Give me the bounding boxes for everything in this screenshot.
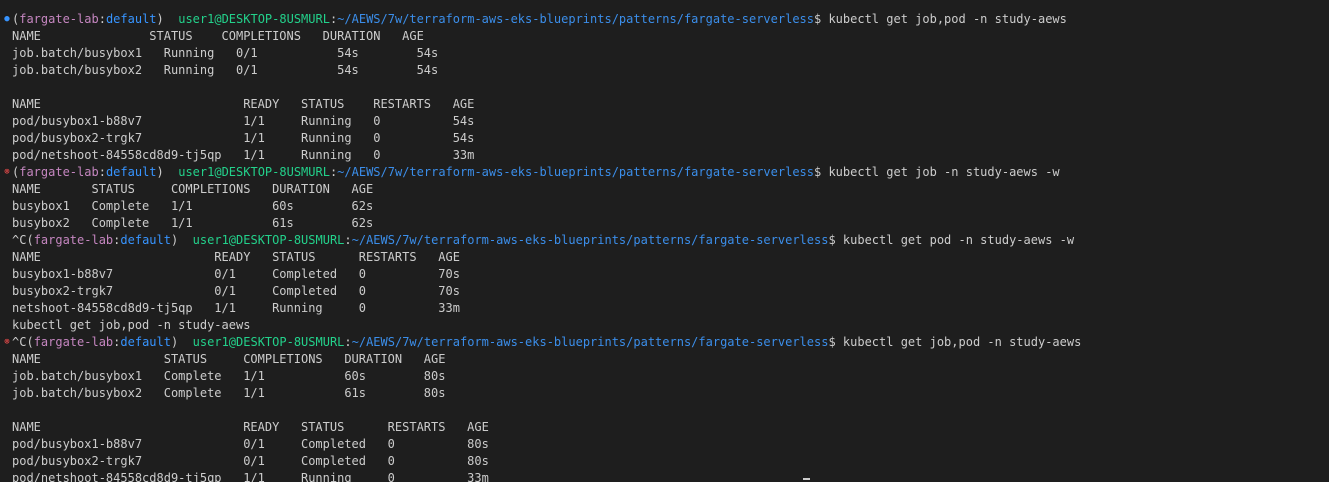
- terminal-line: pod/busybox2-trgk7 0/1 Completed 0 80s: [0, 453, 1329, 470]
- output-text: NAME READY STATUS RESTARTS AGE: [12, 250, 460, 264]
- output-text: :: [98, 12, 106, 26]
- terminal-line: NAME READY STATUS RESTARTS AGE: [0, 419, 1329, 436]
- kube-namespace: default: [120, 335, 171, 349]
- kube-context: fargate-lab: [33, 233, 114, 247]
- output-text: busybox2 Complete 1/1 61s 62s: [12, 216, 374, 230]
- prompt-user-host: user1@DESKTOP-8USMURL: [192, 233, 345, 247]
- command-error-marker-icon[interactable]: ⊗: [2, 334, 12, 351]
- output-text: :: [344, 335, 352, 349]
- prompt-path: ~/AEWS/7w/terraform-aws-eks-blueprints/p…: [351, 233, 829, 247]
- kube-context: fargate-lab: [19, 12, 99, 26]
- prompt-path: ~/AEWS/7w/terraform-aws-eks-blueprints/p…: [337, 12, 814, 26]
- terminal-line: busybox2-trgk7 0/1 Completed 0 70s: [0, 283, 1329, 300]
- output-text: ^C(: [12, 233, 34, 247]
- output-text: pod/busybox2-trgk7 0/1 Completed 0 80s: [12, 454, 489, 468]
- output-text: pod/busybox1-b88v7 0/1 Completed 0 80s: [12, 437, 489, 451]
- output-text: job.batch/busybox2 Complete 1/1 61s 80s: [12, 386, 446, 400]
- output-text: netshoot-84558cd8d9-tj5qp 1/1 Running 0 …: [12, 301, 460, 315]
- prompt-user-host: user1@DESKTOP-8USMURL: [178, 12, 330, 26]
- terminal-line: busybox1-b88v7 0/1 Completed 0 70s: [0, 266, 1329, 283]
- output-text: pod/netshoot-84558cd8d9-tj5qp 1/1 Runnin…: [12, 471, 489, 482]
- terminal-line: NAME READY STATUS RESTARTS AGE: [0, 96, 1329, 113]
- terminal-line: NAME STATUS COMPLETIONS DURATION AGE: [0, 28, 1329, 45]
- kube-context: fargate-lab: [19, 165, 99, 179]
- output-text: busybox2-trgk7 0/1 Completed 0 70s: [12, 284, 460, 298]
- kube-context: fargate-lab: [33, 335, 114, 349]
- terminal-line: NAME READY STATUS RESTARTS AGE: [0, 249, 1329, 266]
- terminal-line: ● (fargate-lab:default) user1@DESKTOP-8US…: [0, 11, 1329, 28]
- output-text: pod/netshoot-84558cd8d9-tj5qp 1/1 Runnin…: [12, 148, 475, 162]
- output-text: busybox1 Complete 1/1 60s 62s: [12, 199, 374, 213]
- terminal-line: pod/netshoot-84558cd8d9-tj5qp 1/1 Runnin…: [0, 147, 1329, 164]
- output-text: ): [170, 233, 193, 247]
- terminal-line: job.batch/busybox2 Complete 1/1 61s 80s: [0, 385, 1329, 402]
- command-success-marker-icon[interactable]: ●: [2, 11, 12, 28]
- terminal-line: job.batch/busybox1 Running 0/1 54s 54s: [0, 45, 1329, 62]
- output-text: job.batch/busybox1 Running 0/1 54s 54s: [12, 46, 439, 60]
- kube-namespace: default: [105, 165, 157, 179]
- prompt-user-host: user1@DESKTOP-8USMURL: [178, 165, 330, 179]
- terminal-line: job.batch/busybox1 Complete 1/1 60s 80s: [0, 368, 1329, 385]
- output-text: NAME STATUS COMPLETIONS DURATION AGE: [12, 352, 446, 366]
- output-text: $ kubectl get pod -n study-aews -w: [828, 233, 1075, 247]
- terminal-line: kubectl get job,pod -n study-aews: [0, 317, 1329, 334]
- prompt-path: ~/AEWS/7w/terraform-aws-eks-blueprints/p…: [337, 165, 814, 179]
- output-text: NAME READY STATUS RESTARTS AGE: [12, 420, 489, 434]
- output-text: :: [344, 233, 352, 247]
- terminal-line: pod/netshoot-84558cd8d9-tj5qp 1/1 Runnin…: [0, 470, 1329, 482]
- output-text: busybox1-b88v7 0/1 Completed 0 70s: [12, 267, 460, 281]
- terminal-line: NAME STATUS COMPLETIONS DURATION AGE: [0, 351, 1329, 368]
- terminal-line: pod/busybox1-b88v7 1/1 Running 0 54s: [0, 113, 1329, 130]
- terminal-line: [0, 0, 1329, 11]
- terminal-line: NAME STATUS COMPLETIONS DURATION AGE: [0, 181, 1329, 198]
- output-text: pod/busybox2-trgk7 1/1 Running 0 54s: [12, 131, 475, 145]
- output-text: kubectl get job,pod -n study-aews: [12, 318, 251, 332]
- terminal-line: netshoot-84558cd8d9-tj5qp 1/1 Running 0 …: [0, 300, 1329, 317]
- terminal-line: job.batch/busybox2 Running 0/1 54s 54s: [0, 62, 1329, 79]
- terminal-panel[interactable]: ● (fargate-lab:default) user1@DESKTOP-8US…: [0, 0, 1329, 482]
- output-text: NAME READY STATUS RESTARTS AGE: [12, 97, 475, 111]
- terminal-line: ^C(fargate-lab: default) user1@DESKTOP-8U…: [0, 232, 1329, 249]
- output-text: $ kubectl get job -n study-aews -w: [814, 165, 1060, 179]
- output-text: ): [156, 12, 179, 26]
- terminal-line: busybox1 Complete 1/1 60s 62s: [0, 198, 1329, 215]
- terminal-output: ● (fargate-lab:default) user1@DESKTOP-8US…: [0, 0, 1329, 482]
- kube-namespace: default: [120, 233, 171, 247]
- terminal-line: pod/busybox1-b88v7 0/1 Completed 0 80s: [0, 436, 1329, 453]
- terminal-line: ⊗ (fargate-lab:default) user1@DESKTOP-8US…: [0, 164, 1329, 181]
- prompt-user-host: user1@DESKTOP-8USMURL: [192, 335, 345, 349]
- output-text: job.batch/busybox2 Running 0/1 54s 54s: [12, 63, 439, 77]
- output-text: $ kubectl get job,pod -n study-aews: [814, 12, 1067, 26]
- command-error-marker-icon[interactable]: ⊗: [2, 164, 12, 181]
- output-text: :: [98, 165, 106, 179]
- output-text: job.batch/busybox1 Complete 1/1 60s 80s: [12, 369, 446, 383]
- terminal-line: ⊗ ^C(fargate-lab: default) user1@DESKTOP-8…: [0, 334, 1329, 351]
- prompt-path: ~/AEWS/7w/terraform-aws-eks-blueprints/p…: [351, 335, 829, 349]
- terminal-cursor: [803, 478, 810, 480]
- terminal-line: pod/busybox2-trgk7 1/1 Running 0 54s: [0, 130, 1329, 147]
- output-text: ^C(: [12, 335, 34, 349]
- kube-namespace: default: [105, 12, 157, 26]
- terminal-line: busybox2 Complete 1/1 61s 62s: [0, 215, 1329, 232]
- output-text: pod/busybox1-b88v7 1/1 Running 0 54s: [12, 114, 475, 128]
- output-text: NAME STATUS COMPLETIONS DURATION AGE: [12, 29, 424, 43]
- output-text: ): [156, 165, 179, 179]
- output-text: $ kubectl get job,pod -n study-aews: [828, 335, 1082, 349]
- output-text: ): [170, 335, 193, 349]
- output-text: NAME STATUS COMPLETIONS DURATION AGE: [12, 182, 374, 196]
